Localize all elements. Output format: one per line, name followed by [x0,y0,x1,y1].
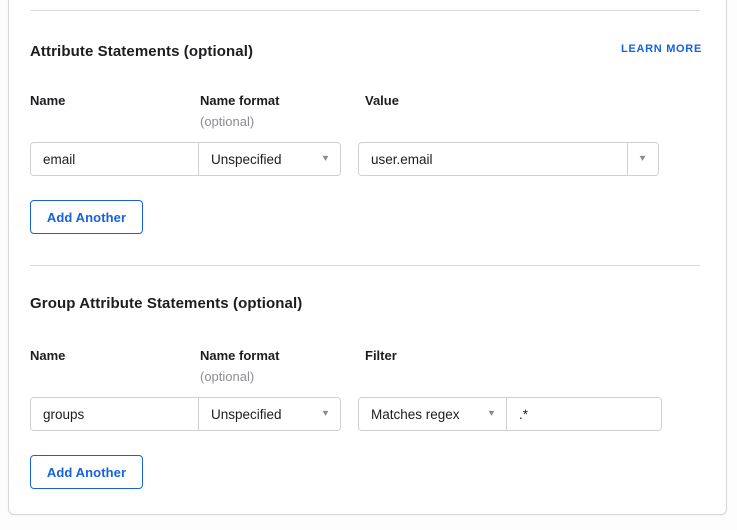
group-attribute-filter-type-selected-value: Matches regex [371,407,460,422]
attribute-name-group: Unspecified ▾ [30,142,341,176]
group-attribute-filter-type-select[interactable]: Matches regex ▾ [359,398,506,430]
group-attribute-name-group: Unspecified ▾ [30,397,341,431]
column-header-name: Name [30,93,65,108]
group-name-format-optional-note: (optional) [200,369,254,384]
add-another-group-attribute-button[interactable]: Add Another [30,455,143,489]
chevron-down-icon: ▾ [640,154,646,164]
add-another-attribute-button[interactable]: Add Another [30,200,143,234]
group-column-header-filter: Filter [365,348,397,363]
attribute-statements-title: Attribute Statements (optional) [30,43,253,60]
name-format-optional-note: (optional) [200,114,254,129]
chevron-down-icon: ▾ [489,409,495,419]
learn-more-link[interactable]: LEARN MORE [621,43,702,55]
group-attribute-name-format-selected-value: Unspecified [211,407,282,422]
attribute-name-format-select[interactable]: Unspecified ▾ [198,143,340,175]
group-attribute-statements-title: Group Attribute Statements (optional) [30,295,302,312]
section-divider-middle [30,265,700,266]
attribute-value-dropdown-button[interactable]: ▾ [627,143,658,175]
group-attribute-filter-input[interactable] [519,407,649,422]
attribute-name-format-selected-value: Unspecified [211,152,282,167]
attribute-name-input[interactable] [43,152,186,167]
attribute-value-field-wrap [359,143,627,175]
group-attribute-name-format-select[interactable]: Unspecified ▾ [198,398,340,430]
attribute-value-input[interactable] [371,152,615,167]
group-attribute-name-input[interactable] [43,407,186,422]
group-attribute-name-field-wrap [31,398,198,430]
attribute-name-field-wrap [31,143,198,175]
column-header-value: Value [365,93,399,108]
saml-attribute-statements-panel: Attribute Statements (optional) LEARN MO… [0,0,737,530]
group-column-header-name-format: Name format [200,348,279,363]
group-attribute-filter-group: Matches regex ▾ [358,397,662,431]
group-column-header-name: Name [30,348,65,363]
chevron-down-icon: ▾ [323,154,329,164]
chevron-down-icon: ▾ [323,409,329,419]
column-header-name-format: Name format [200,93,279,108]
group-attribute-filter-field-wrap [506,398,661,430]
attribute-value-group: ▾ [358,142,659,176]
section-divider-top [30,10,700,11]
